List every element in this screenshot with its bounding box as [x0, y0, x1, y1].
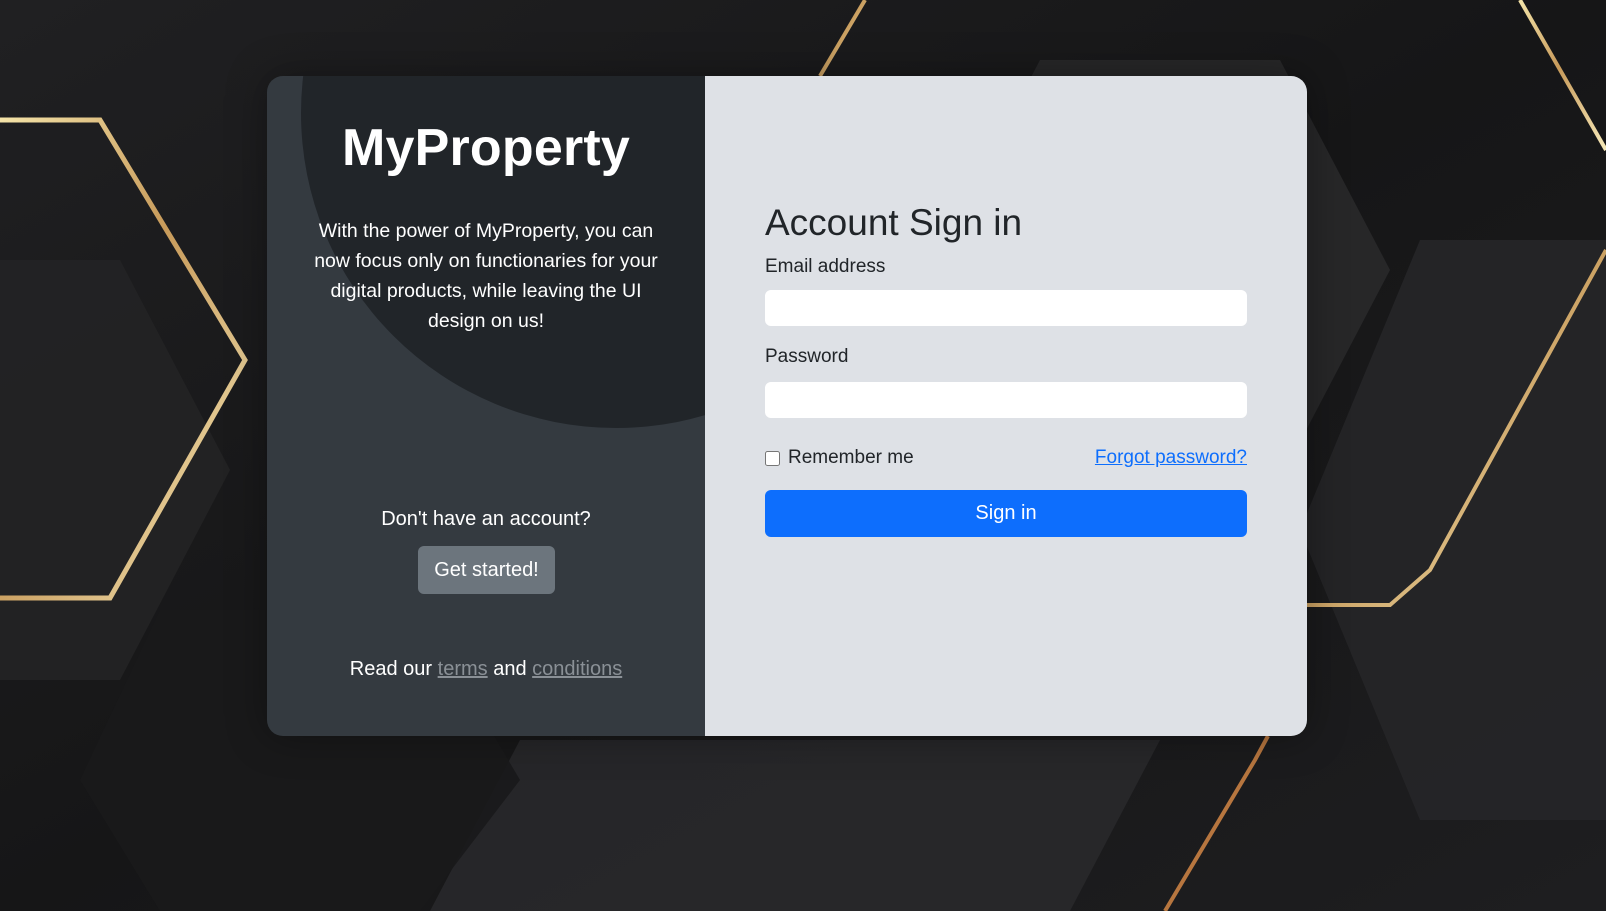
email-field[interactable] [765, 290, 1247, 326]
signup-prompt: Don't have an account? [381, 508, 591, 530]
brand-title: MyProperty [341, 119, 631, 177]
get-started-button[interactable]: Get started! [418, 546, 555, 594]
login-card: MyProperty With the power of MyProperty,… [267, 76, 1307, 736]
brand-panel: MyProperty With the power of MyProperty,… [267, 76, 705, 736]
brand-description: With the power of MyProperty, you can no… [314, 220, 658, 332]
terms-notice: Read our terms and conditions [267, 658, 705, 681]
terms-prefix: Read our [349, 658, 433, 680]
email-label: Email address [765, 256, 886, 277]
remember-me-label: Remember me [788, 447, 914, 468]
sign-in-button[interactable]: Sign in [765, 490, 1247, 537]
terms-link[interactable]: terms [438, 658, 488, 680]
signin-panel: Account Sign in Email address Password R… [705, 76, 1307, 736]
forgot-password-link[interactable]: Forgot password? [1095, 447, 1247, 469]
password-field[interactable] [765, 382, 1247, 418]
conditions-link[interactable]: conditions [532, 658, 622, 680]
signin-title: Account Sign in [765, 202, 1023, 243]
remember-me-option[interactable]: Remember me [765, 447, 914, 469]
terms-conjunction: and [493, 658, 527, 680]
remember-me-checkbox[interactable] [765, 450, 780, 466]
password-label: Password [765, 346, 849, 367]
